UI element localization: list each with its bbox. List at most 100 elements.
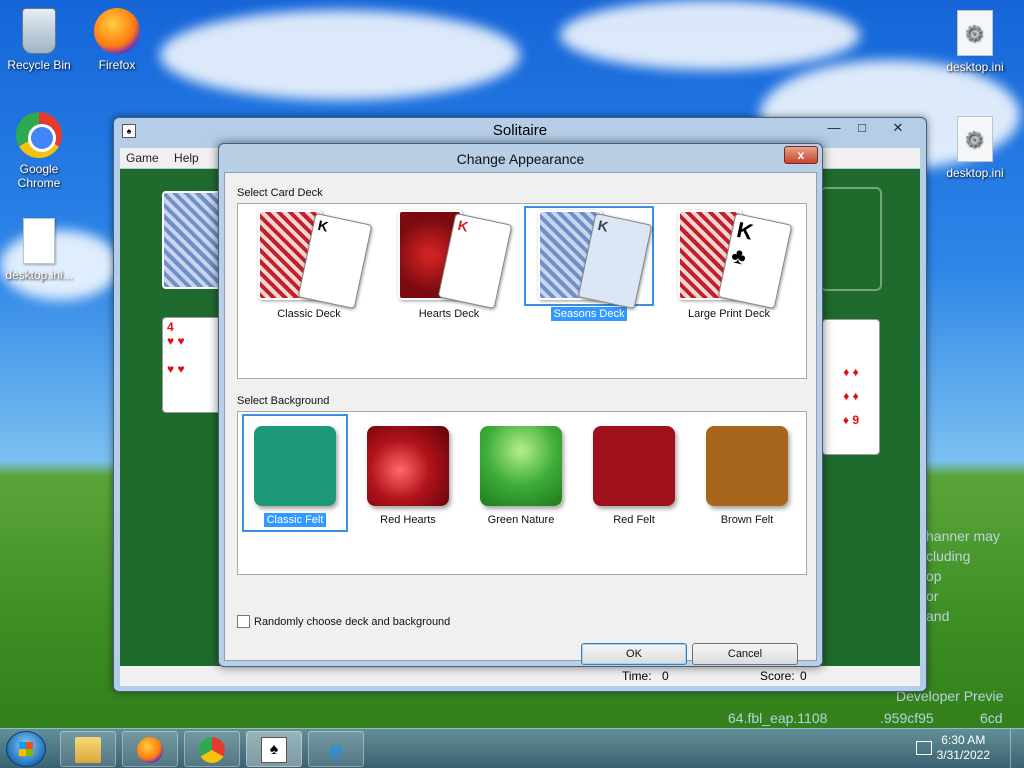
status-bar: Time: 0 Score: 0: [120, 666, 920, 686]
change-appearance-dialog: Change Appearance x Select Card Deck K C…: [218, 143, 823, 667]
card-rank: K: [316, 216, 330, 235]
menu-game[interactable]: Game: [120, 148, 165, 168]
window-titlebar[interactable]: ♠ Solitaire — □ ✕: [114, 118, 926, 146]
background-option-red-felt[interactable]: Red Felt: [581, 414, 687, 532]
deck-label: Classic Deck: [277, 308, 341, 320]
score-label: Score:: [760, 669, 795, 683]
desktop-icon-desktop-ini-3[interactable]: desktop.ini: [936, 116, 1014, 180]
file-explorer-icon: [75, 737, 101, 763]
maximize-button[interactable]: □: [848, 119, 876, 137]
background-option-classic-felt[interactable]: Classic Felt: [242, 414, 348, 532]
card-rank: 4: [167, 320, 174, 334]
wallpaper-text: op: [926, 568, 942, 584]
desktop-icon-label: Recycle Bin: [7, 58, 71, 72]
firefox-icon: [94, 8, 140, 54]
close-button[interactable]: ✕: [884, 119, 912, 137]
card-rank: K: [734, 216, 756, 245]
desktop-icon-label: desktop.ini: [946, 166, 1004, 180]
close-icon: x: [797, 148, 805, 162]
deck-thumbnail: K: [244, 206, 374, 310]
tableau-card[interactable]: ♦ ♦ ♦ ♦ ♦ 9: [822, 319, 880, 455]
background-option-red-hearts[interactable]: Red Hearts: [355, 414, 461, 532]
wallpaper-text: .959cf95: [880, 710, 934, 726]
wallpaper-text: 6cd: [980, 710, 1003, 726]
score-value: 0: [800, 669, 807, 683]
deck-label: Large Print Deck: [688, 308, 770, 320]
background-label: Red Hearts: [380, 514, 436, 526]
cloud: [560, 0, 860, 70]
firefox-icon: [137, 737, 163, 763]
dialog-body: Select Card Deck K Classic Deck K Hearts…: [224, 172, 817, 665]
menu-help[interactable]: Help: [168, 148, 205, 168]
tableau-card[interactable]: 4 ♥ ♥ ♥ ♥: [162, 317, 222, 413]
window-title: Solitaire: [492, 122, 548, 139]
deck-thumbnail: K ♣: [664, 206, 794, 310]
time-value: 0: [662, 669, 669, 683]
background-swatch: [254, 426, 336, 506]
background-label: Classic Felt: [263, 513, 327, 527]
card-rank: K: [456, 216, 470, 235]
ok-button[interactable]: OK: [581, 643, 687, 665]
foundation-slot[interactable]: [820, 187, 882, 291]
background-panel: Classic Felt Red Hearts Green Nature Red…: [237, 411, 807, 575]
stock-pile[interactable]: [162, 191, 222, 289]
random-checkbox[interactable]: Randomly choose deck and background: [237, 615, 450, 628]
background-section-label: Select Background: [237, 395, 330, 407]
cancel-button[interactable]: Cancel: [692, 643, 798, 665]
system-clock[interactable]: 6:30 AM 3/31/2022: [937, 733, 990, 763]
card-rank: 9: [852, 413, 860, 427]
wallpaper-text: 64.fbl_eap.1108: [728, 710, 828, 726]
background-option-green-nature[interactable]: Green Nature: [468, 414, 574, 532]
desktop-icon-label: desktop.ini: [946, 60, 1004, 74]
taskbar-internet-explorer[interactable]: e: [308, 731, 364, 767]
solitaire-app-icon: ♠: [122, 124, 136, 138]
solitaire-icon: ♠: [261, 737, 287, 763]
deck-label: Seasons Deck: [550, 307, 628, 321]
deck-panel: K Classic Deck K Hearts Deck K Seasons D…: [237, 203, 807, 379]
desktop-icon-chrome[interactable]: Google Chrome: [0, 112, 78, 190]
background-label: Red Felt: [613, 514, 655, 526]
clock-time: 6:30 AM: [941, 733, 986, 747]
deck-option-large-print[interactable]: K ♣ Large Print Deck: [664, 206, 794, 324]
file-icon: [23, 218, 55, 264]
background-swatch: [706, 426, 788, 506]
taskbar-file-explorer[interactable]: [60, 731, 116, 767]
taskbar-solitaire[interactable]: ♠: [246, 731, 302, 767]
background-label: Brown Felt: [720, 514, 774, 526]
show-desktop-button[interactable]: [1010, 729, 1024, 768]
deck-option-seasons[interactable]: K Seasons Deck: [524, 206, 654, 324]
desktop-icon-label: Google Chrome: [17, 162, 61, 190]
deck-option-classic[interactable]: K Classic Deck: [244, 206, 374, 324]
desktop-icon-desktop-ini-2[interactable]: desktop.ini: [936, 10, 1014, 74]
desktop-icon-label: desktop.ini...: [5, 268, 73, 282]
background-option-brown-felt[interactable]: Brown Felt: [694, 414, 800, 532]
chrome-icon: [16, 112, 62, 158]
wallpaper-text: and: [926, 608, 950, 624]
card-rank: K: [596, 216, 610, 235]
network-icon[interactable]: [916, 741, 932, 755]
background-swatch: [367, 426, 449, 506]
desktop-icon-desktop-ini[interactable]: desktop.ini...: [0, 218, 78, 282]
start-button[interactable]: [6, 731, 46, 767]
taskbar: ♠ e 6:30 AM 3/31/2022: [0, 728, 1024, 768]
dialog-title: Change Appearance: [456, 151, 585, 167]
checkbox-box[interactable]: [237, 615, 250, 628]
minimize-button[interactable]: —: [820, 119, 848, 137]
taskbar-chrome[interactable]: [184, 731, 240, 767]
desktop-icon-label: Firefox: [98, 58, 136, 72]
settings-file-icon: [957, 10, 993, 56]
time-label: Time:: [622, 669, 652, 683]
desktop-icon-recycle-bin[interactable]: Recycle Bin: [0, 8, 78, 72]
wallpaper-text: or: [926, 588, 939, 604]
taskbar-firefox[interactable]: [122, 731, 178, 767]
deck-label: Hearts Deck: [418, 308, 480, 320]
background-swatch: [480, 426, 562, 506]
chrome-icon: [199, 737, 225, 763]
deck-thumbnail: K: [384, 206, 514, 310]
dialog-close-button[interactable]: x: [784, 146, 818, 164]
desktop-icon-firefox[interactable]: Firefox: [78, 8, 156, 72]
deck-thumbnail: K: [524, 206, 654, 310]
deck-option-hearts[interactable]: K Hearts Deck: [384, 206, 514, 324]
checkbox-label: Randomly choose deck and background: [254, 616, 451, 628]
background-label: Green Nature: [487, 514, 555, 526]
